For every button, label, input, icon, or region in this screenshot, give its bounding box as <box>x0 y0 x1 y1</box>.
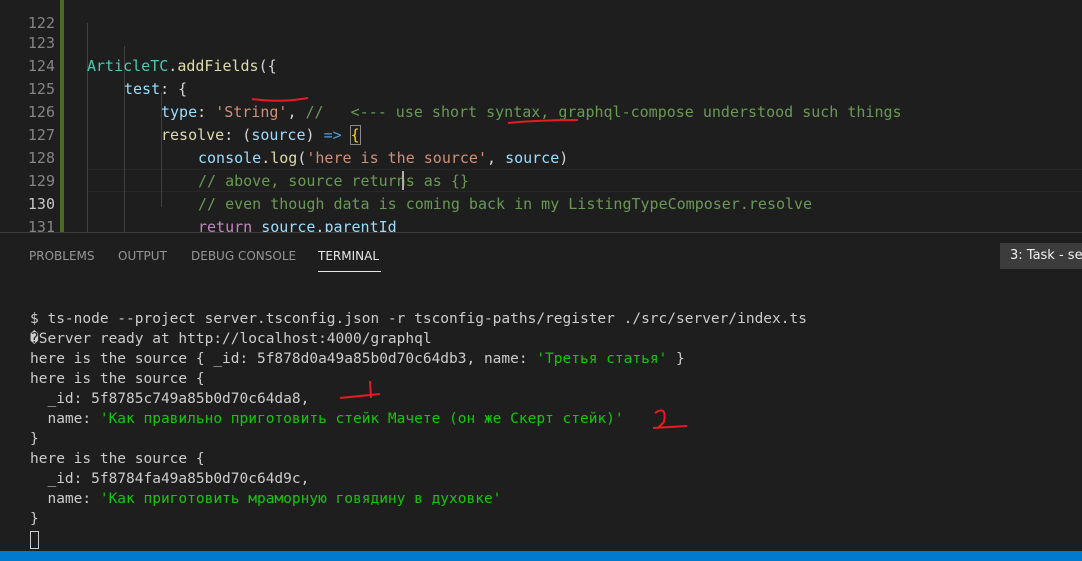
terminal-line: _id: 5f8784fa49a85b0d70c64d9c, <box>30 471 310 487</box>
terminal-line: name: 'Как приготовить мраморную говядин… <box>30 491 502 507</box>
code-editor[interactable]: 122 123 ArticleTC.addFields({ 124 test: … <box>0 0 1082 232</box>
code-line: 127 console.log('here is the source', so… <box>0 101 1082 167</box>
terminal-line: here is the source { <box>30 451 205 467</box>
active-tab-indicator <box>318 271 381 272</box>
code-line: 125 type: 'String', // <--- use short sy… <box>0 55 1082 121</box>
code-line: 128 // above, source returns as {} <box>0 124 1082 190</box>
terminal-select[interactable]: 3: Task - se <box>1000 243 1082 269</box>
tab-problems[interactable]: PROBLEMS <box>29 249 95 263</box>
status-bar <box>0 551 1082 561</box>
code-line: 123 ArticleTC.addFields({ <box>0 9 1082 75</box>
tab-debug-console[interactable]: DEBUG CONSOLE <box>191 249 296 263</box>
tab-terminal[interactable]: TERMINAL <box>318 249 379 263</box>
code-line: 126 resolve: (source) => { <box>0 78 1082 145</box>
terminal-line: �Server ready at http://localhost:4000/g… <box>30 331 432 347</box>
terminal-line: name: 'Как правильно приготовить стейк М… <box>30 411 624 427</box>
terminal-output[interactable]: $ ts-node --project server.tsconfig.json… <box>0 276 1082 551</box>
code-line: 131 } <box>0 193 1082 232</box>
terminal-line: _id: 5f8785c749a85b0d70c64da8, <box>30 391 310 407</box>
panel-tab-bar: PROBLEMS OUTPUT DEBUG CONSOLE TERMINAL <box>0 232 1082 277</box>
code-line: 132 }, <box>0 216 1082 232</box>
terminal-line: $ ts-node --project server.tsconfig.json… <box>30 311 807 327</box>
code-line: 124 test: { <box>0 32 1082 98</box>
code-line: 130 return source.parentId <box>0 170 1082 232</box>
terminal-cursor <box>30 531 39 549</box>
code-line: 129 // even though data is coming back i… <box>0 147 1082 213</box>
terminal-line: here is the source { _id: 5f878d0a49a85b… <box>30 351 685 367</box>
terminal-line: } <box>30 511 39 527</box>
text-caret <box>402 171 404 190</box>
terminal-line: } <box>30 431 39 447</box>
terminal-line: here is the source { <box>30 371 205 387</box>
tab-output[interactable]: OUTPUT <box>118 249 167 263</box>
